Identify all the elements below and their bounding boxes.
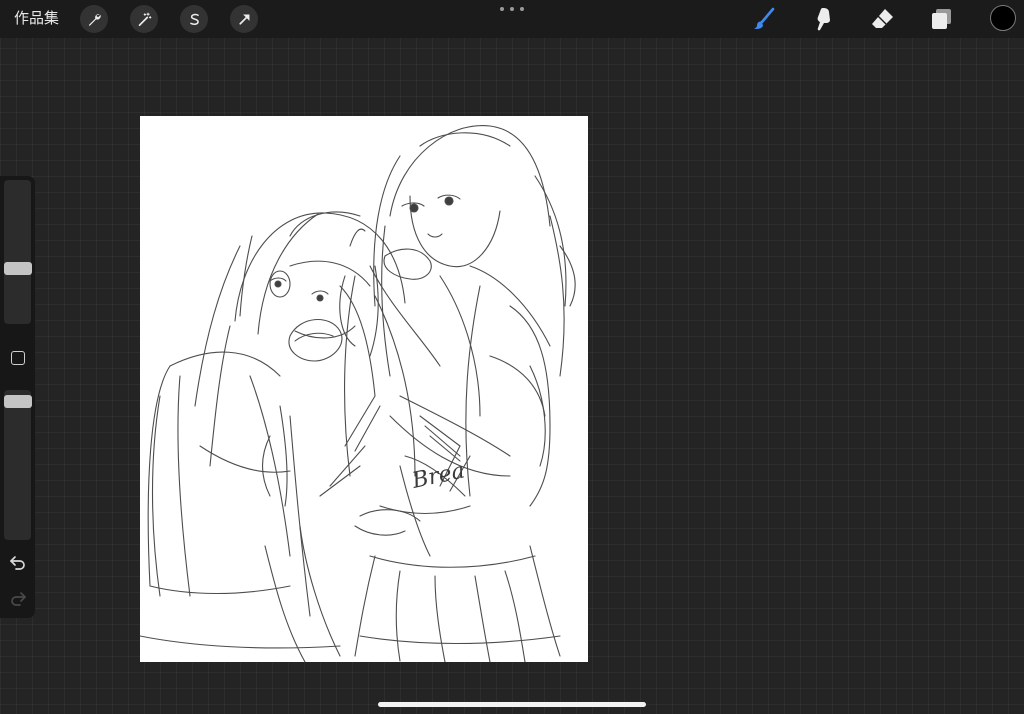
sketch-artwork: Brea [140,124,576,662]
adjustments-button[interactable] [130,5,158,33]
eraser-tool-button[interactable] [868,5,896,33]
redo-icon[interactable] [9,589,27,607]
brush-icon [754,7,775,29]
selection-s-icon [189,13,199,25]
procreate-app: 作品集 Brea [0,0,1024,714]
brush-size-slider[interactable] [4,180,31,324]
top-toolbar: 作品集 [0,0,1024,38]
home-indicator[interactable] [378,702,646,707]
wrench-icon [88,13,101,26]
undo-icon[interactable] [9,553,27,571]
layers-icon [932,9,951,29]
opacity-slider[interactable] [4,390,31,540]
drawing-canvas[interactable]: Brea [140,116,588,662]
eraser-icon [872,9,893,28]
left-sidebar [0,176,35,618]
actions-button[interactable] [80,5,108,33]
opacity-thumb[interactable] [4,395,32,408]
more-options-button[interactable] [500,3,524,15]
arrow-cursor-icon [238,14,249,25]
brush-tool-button[interactable] [750,5,778,33]
transform-button[interactable] [230,5,258,33]
brush-size-thumb[interactable] [4,262,32,275]
ellipsis-icon [500,7,504,11]
selection-button[interactable] [180,5,208,33]
layers-button[interactable] [928,5,956,33]
gallery-button[interactable]: 作品集 [14,8,59,28]
smudge-tool-button[interactable] [809,5,837,33]
modify-button[interactable] [11,351,25,365]
color-picker-button[interactable] [990,5,1016,31]
magic-wand-icon [138,12,151,26]
smudge-icon [817,8,830,31]
